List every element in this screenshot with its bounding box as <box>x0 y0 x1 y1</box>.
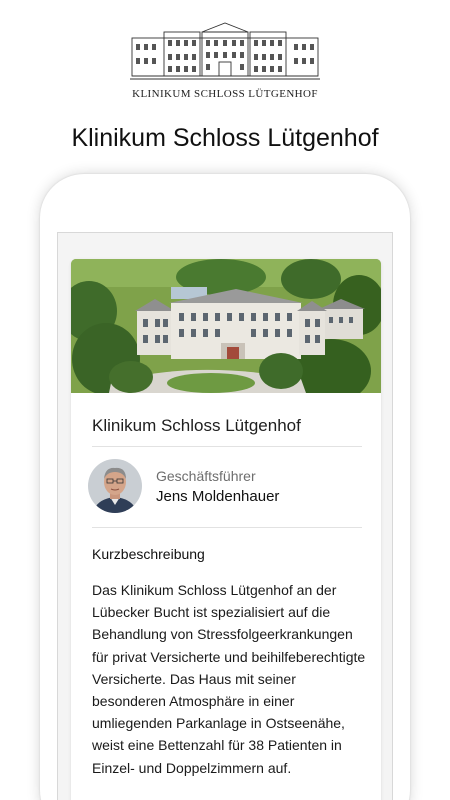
castle-logo-icon <box>130 22 320 80</box>
clinic-card[interactable]: Klinikum Schloss Lütgenhof Geschäftsführ… <box>71 259 381 800</box>
manager-role: Geschäftsführer <box>156 468 256 484</box>
divider <box>92 446 362 447</box>
clinic-photo <box>71 259 381 393</box>
clinic-name: Klinikum Schloss Lütgenhof <box>92 416 301 435</box>
app-screen: Klinikum Schloss Lütgenhof Geschäftsführ… <box>57 232 393 800</box>
logo-text: KLINIKUM SCHLOSS LÜTGENHOF <box>132 88 318 100</box>
clinic-logo: KLINIKUM SCHLOSS LÜTGENHOF <box>130 20 320 106</box>
description-text: Das Klinikum Schloss Lütgenhof an der Lü… <box>92 582 366 776</box>
section-title: Kurzbeschreibung <box>92 546 205 562</box>
divider <box>92 527 362 528</box>
page-title: Klinikum Schloss Lütgenhof <box>71 124 379 152</box>
avatar <box>88 459 142 513</box>
manager-name: Jens Moldenhauer <box>156 488 280 505</box>
